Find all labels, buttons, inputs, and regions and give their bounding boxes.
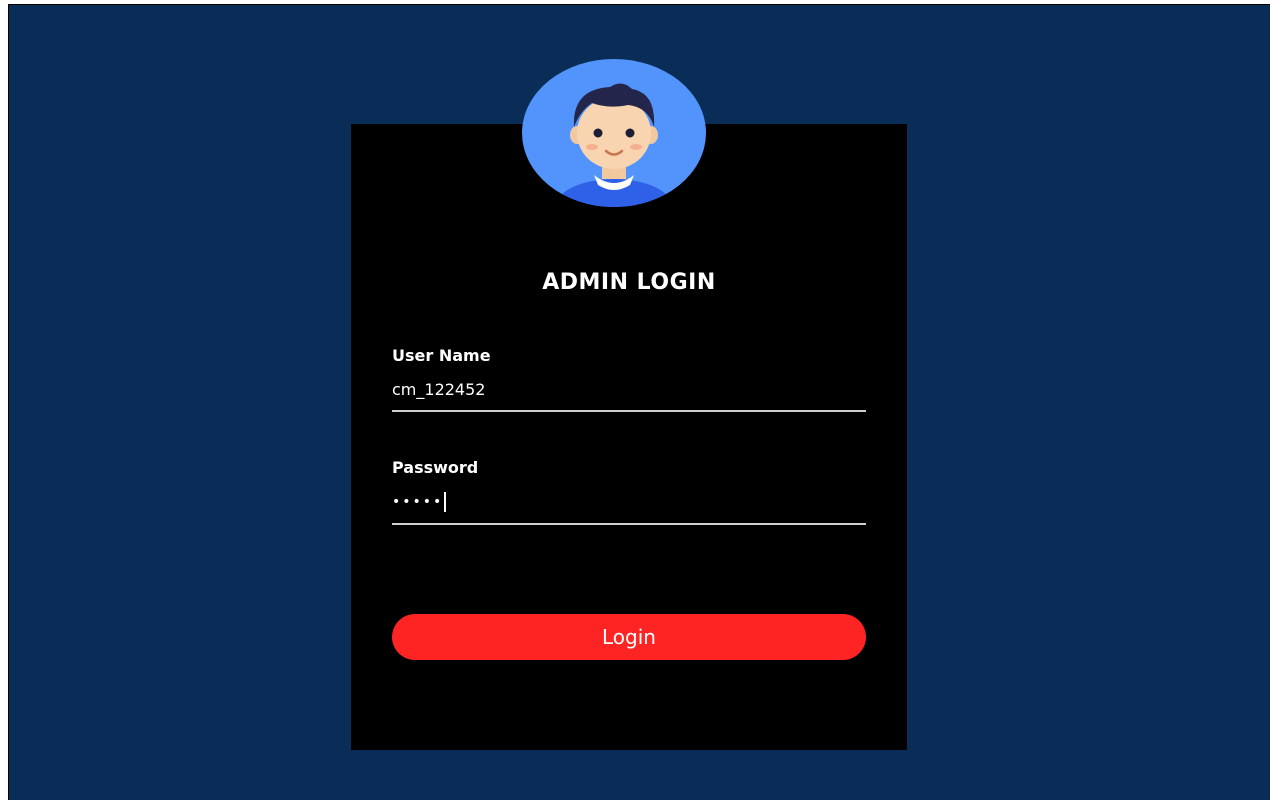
password-mask: •••••	[392, 494, 444, 510]
password-underline	[392, 523, 866, 525]
user-avatar-icon	[522, 59, 706, 207]
login-button[interactable]: Login	[392, 614, 866, 660]
password-input[interactable]: •••••	[392, 492, 447, 512]
password-label: Password	[392, 458, 479, 477]
username-input[interactable]	[392, 374, 866, 412]
text-cursor	[444, 492, 447, 512]
page-title: ADMIN LOGIN	[542, 270, 716, 295]
username-label: User Name	[392, 346, 491, 365]
